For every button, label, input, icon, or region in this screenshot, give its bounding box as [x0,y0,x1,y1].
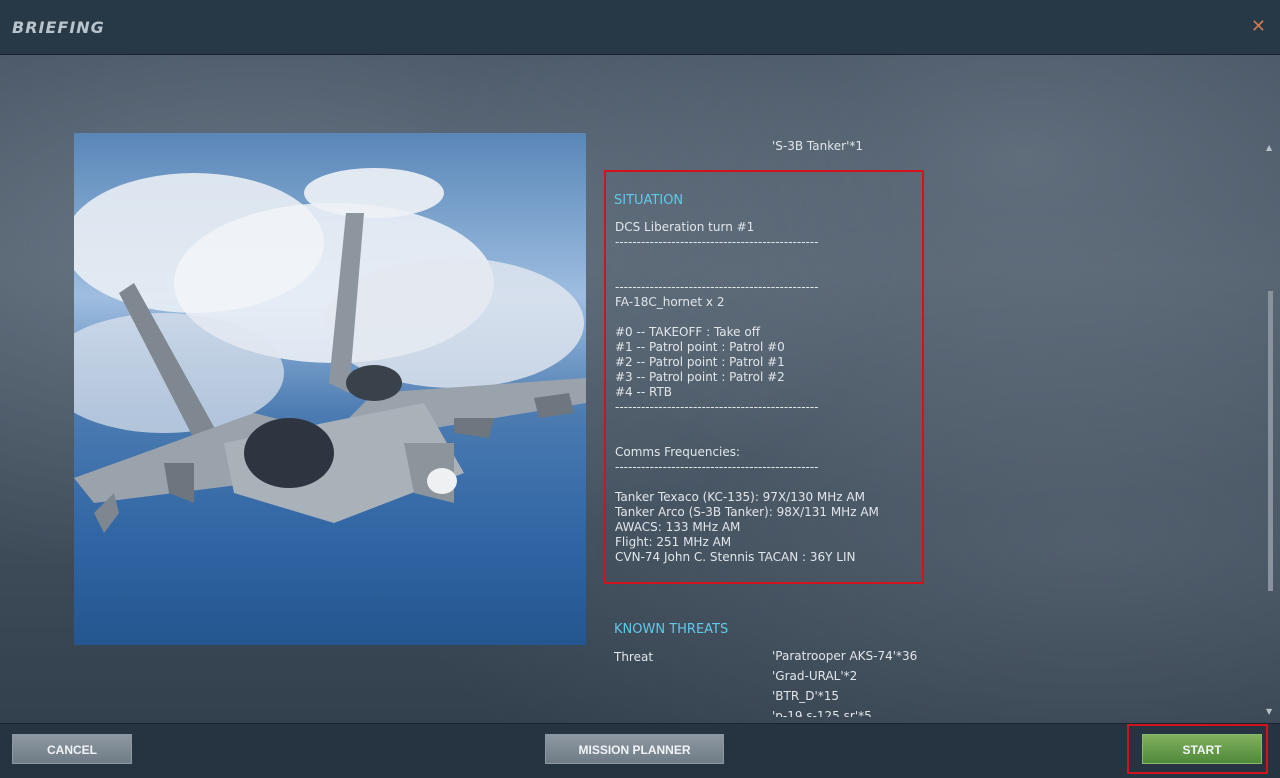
situation-line: #3 -- Patrol point : Patrol #2 [615,370,785,384]
situation-line: Tanker Texaco (KC-135): 97X/130 MHz AM [615,490,865,504]
situation-line: ----------------------------------------… [615,280,819,294]
situation-line: CVN-74 John C. Stennis TACAN : 36Y LIN [615,550,856,564]
situation-line: Tanker Arco (S-3B Tanker): 98X/131 MHz A… [615,505,879,519]
situation-line: FA-18C_hornet x 2 [615,295,725,309]
threat-item: 'BTR_D'*15 [772,689,840,703]
situation-line: #2 -- Patrol point : Patrol #1 [615,355,785,369]
situation-line: ----------------------------------------… [615,460,819,474]
start-button[interactable]: START [1142,734,1262,764]
situation-line: #0 -- TAKEOFF : Take off [615,325,760,339]
threat-item: 'Paratrooper AKS-74'*36 [772,649,918,663]
close-icon[interactable]: ✕ [1251,18,1266,36]
aircraft-illustration [74,168,586,533]
briefing-text-panel: 'S-3B Tanker'*1 SITUATION DCS Liberation… [600,55,1270,717]
aircraft-image [74,133,586,645]
situation-line: #1 -- Patrol point : Patrol #0 [615,340,785,354]
scroll-thumb[interactable] [1268,291,1273,591]
threats-heading: KNOWN THREATS [614,622,729,637]
scroll-up-icon[interactable]: ▲ [1266,143,1272,152]
briefing-content: 'S-3B Tanker'*1 SITUATION DCS Liberation… [0,55,1280,723]
threat-label: Threat [614,650,654,664]
scrollbar[interactable]: ▲ ▼ [1266,143,1276,717]
window-title: BRIEFING [12,18,105,37]
situation-line: Comms Frequencies: [615,445,741,459]
footer-bar: CANCEL MISSION PLANNER START [0,723,1280,778]
situation-line: Flight: 251 MHz AM [615,535,732,549]
situation-line: DCS Liberation turn #1 [615,220,755,234]
title-bar: BRIEFING ✕ [0,0,1280,55]
situation-line: ----------------------------------------… [615,235,819,249]
threat-item: 'Grad-URAL'*2 [772,669,858,683]
scroll-down-icon[interactable]: ▼ [1266,707,1272,716]
support-unit: 'S-3B Tanker'*1 [772,139,864,153]
situation-line: #4 -- RTB [615,385,673,399]
situation-line: ----------------------------------------… [615,400,819,414]
threat-item: 'p-19 s-125 sr'*5 [772,709,872,717]
situation-heading: SITUATION [614,193,684,208]
situation-line: AWACS: 133 MHz AM [615,520,741,534]
mission-planner-button[interactable]: MISSION PLANNER [545,734,724,764]
cancel-button[interactable]: CANCEL [12,734,132,764]
